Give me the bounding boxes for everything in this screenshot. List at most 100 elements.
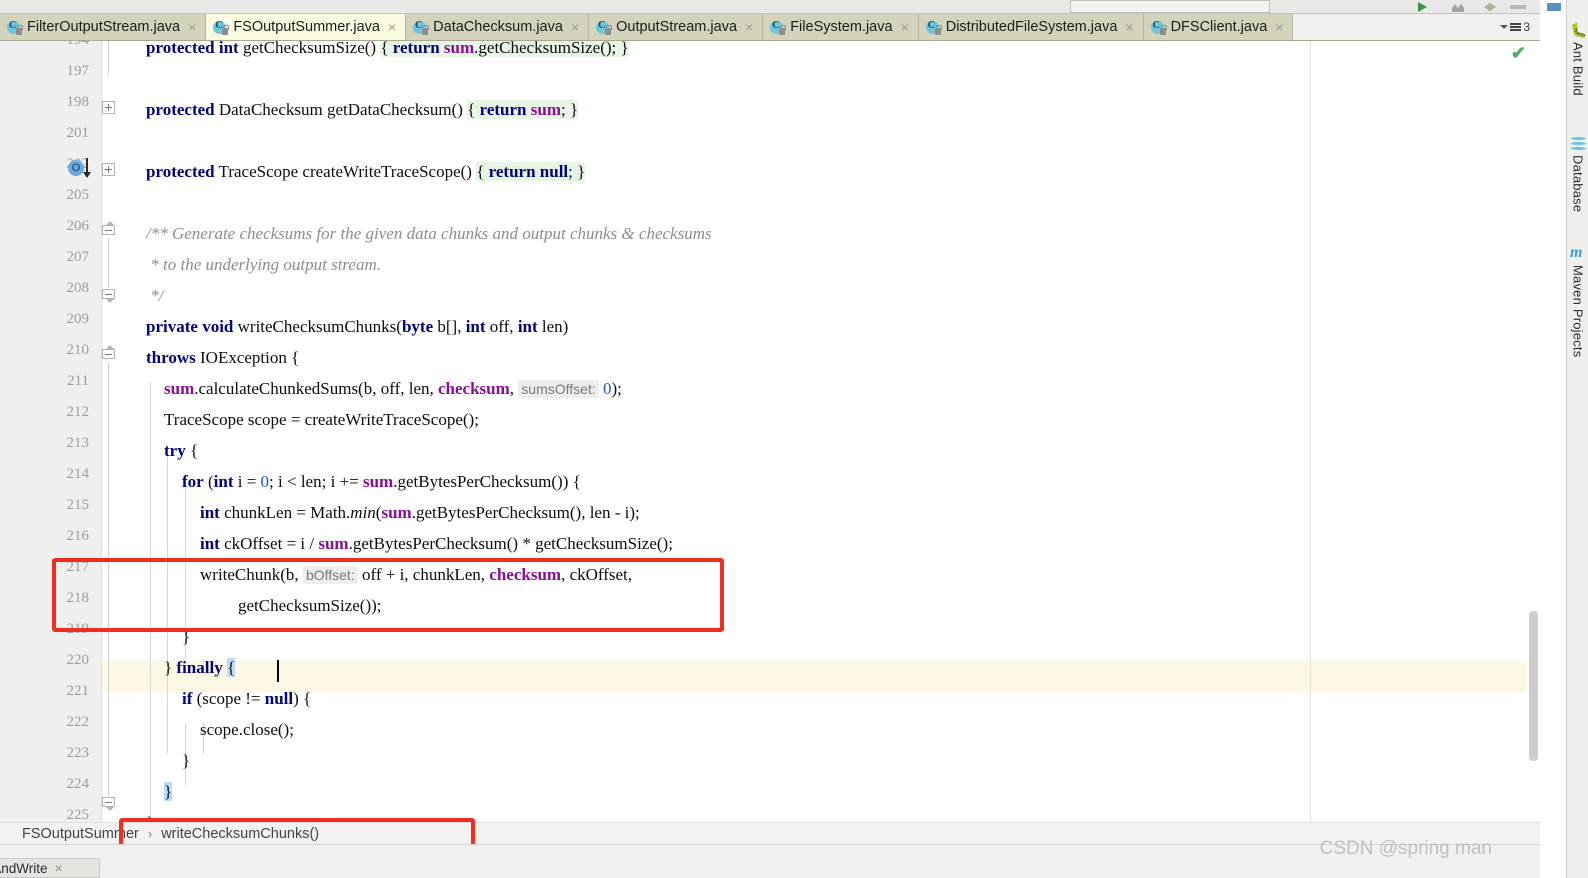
line-number: 222: [66, 714, 90, 730]
maven-m-icon: m: [1570, 244, 1583, 261]
close-icon[interactable]: ×: [188, 19, 196, 35]
tool-window-tab[interactable]: ...AndWrite ×: [0, 858, 100, 878]
text-caret: [277, 660, 279, 682]
bookmark-icon[interactable]: O: [68, 158, 98, 180]
code-line-215: int chunkLen = Math.min(sum.getBytesPerC…: [200, 503, 640, 522]
fold-collapse-icon[interactable]: [102, 797, 115, 811]
code-line-194: protected int getChecksumSize() { return…: [146, 41, 629, 63]
database-icon: [1570, 136, 1586, 151]
code-line-219: }: [182, 627, 191, 646]
line-number: 197: [66, 63, 90, 79]
tab-label: DistributedFileSystem.java: [945, 19, 1118, 35]
right-margin-guide: [1310, 41, 1311, 822]
editor-tab-datachecksum[interactable]: C DataChecksum.java ×: [406, 14, 590, 40]
code-editor[interactable]: 194 197 198 201 202 205 206 207 208 209 …: [0, 41, 1540, 822]
code-line-223: }: [182, 751, 191, 770]
close-icon[interactable]: ×: [901, 19, 909, 35]
line-number: 214: [66, 466, 90, 482]
stop-icon[interactable]: [1510, 5, 1526, 9]
close-icon[interactable]: ×: [571, 19, 579, 35]
layout-icon[interactable]: [1547, 3, 1561, 11]
indent-guide: [150, 382, 151, 816]
java-class-icon: C: [925, 20, 942, 35]
editor-tab-filteroutputstream[interactable]: C FilterOutputStream.java ×: [0, 14, 207, 40]
fold-expand-icon[interactable]: [102, 101, 115, 114]
line-number: 223: [66, 745, 90, 761]
toolbar-combo[interactable]: [1070, 0, 1270, 13]
code-line-217: writeChunk(b, bOffset: off + i, chunkLen…: [200, 565, 633, 584]
main-toolbar: [0, 0, 1561, 14]
line-number: 201: [66, 125, 90, 141]
tab-overflow-button[interactable]: 3: [1490, 14, 1540, 40]
line-number: 225: [66, 807, 90, 822]
code-line-212: TraceScope scope = createWriteTraceScope…: [164, 410, 479, 429]
code-folding-strip[interactable]: [102, 41, 130, 822]
line-number: 219: [66, 621, 90, 637]
code-line-211: sum.calculateChunkedSums(b, off, len, ch…: [164, 379, 622, 398]
coverage-icon[interactable]: [1484, 3, 1496, 12]
line-number: 218: [66, 590, 90, 606]
tab-bar-filler: [1293, 14, 1491, 40]
fold-collapse-icon[interactable]: [102, 289, 115, 303]
arrow-down-icon: [83, 158, 91, 178]
line-number: 221: [66, 683, 90, 699]
code-line-208: */: [146, 286, 164, 305]
fold-region-line: [108, 41, 109, 75]
close-icon[interactable]: ×: [55, 860, 63, 876]
java-class-icon: C: [7, 20, 23, 35]
fold-expand-icon[interactable]: [102, 163, 115, 176]
inspection-status-icon[interactable]: ✔: [1511, 43, 1526, 64]
editor-tab-dfsclient[interactable]: C DFSClient.java ×: [1143, 14, 1294, 40]
run-icon[interactable]: [1418, 2, 1427, 12]
watermark: CSDN @spring man: [1319, 838, 1492, 859]
tool-window-maven-projects[interactable]: m Maven Projects: [1567, 244, 1588, 358]
java-class-icon: C: [770, 20, 787, 35]
tool-window-ant-build[interactable]: 🐛 Ant Build: [1567, 22, 1588, 96]
close-icon[interactable]: ×: [1125, 19, 1133, 35]
line-number: 210: [66, 342, 90, 358]
tab-label: OutputStream.java: [616, 19, 738, 35]
line-number: 206: [66, 218, 90, 234]
editor-tab-outputstream[interactable]: C OutputStream.java ×: [589, 14, 764, 40]
code-line-224: }: [164, 782, 173, 801]
fold-collapse-icon[interactable]: [102, 345, 115, 362]
breadcrumb-method[interactable]: writeChecksumChunks(): [161, 826, 319, 842]
tab-label: FilterOutputStream.java: [27, 19, 181, 35]
editor-tab-filesystem[interactable]: C FileSystem.java ×: [763, 14, 919, 40]
tool-window-database[interactable]: Database: [1567, 136, 1588, 212]
line-number: 212: [66, 404, 90, 420]
editor-tab-distributedfilesystem[interactable]: C DistributedFileSystem.java ×: [918, 14, 1144, 40]
editor-tab-bar: C FilterOutputStream.java × C FSOutputSu…: [0, 14, 1540, 41]
chevron-right-icon: ›: [147, 826, 153, 841]
breadcrumb-class[interactable]: FSOutputSummer: [22, 826, 139, 842]
close-icon[interactable]: ×: [388, 19, 396, 35]
code-text-area[interactable]: protected int getChecksumSize() { return…: [130, 41, 1540, 822]
code-line-210: throws IOException {: [146, 348, 300, 367]
debug-icon[interactable]: [1452, 4, 1464, 12]
tab-label: FSOutputSummer.java: [233, 19, 380, 35]
close-icon[interactable]: ×: [1275, 19, 1283, 35]
editor-vertical-scrollbar[interactable]: [1527, 41, 1540, 822]
indent-guide: [167, 444, 168, 754]
java-class-icon: C: [1150, 20, 1167, 35]
close-icon[interactable]: ×: [745, 19, 753, 35]
code-line-220: } finally {: [164, 658, 236, 677]
editor-tab-fsoutputsummer[interactable]: C FSOutputSummer.java ×: [206, 14, 407, 40]
code-line-213: try {: [164, 441, 199, 460]
fold-region-line: [108, 238, 109, 288]
override-marker-icon: O: [68, 160, 84, 176]
code-line-221: if (scope != null) {: [182, 689, 312, 708]
code-line-206: /** Generate checksums for the given dat…: [146, 224, 712, 243]
editor-gutter[interactable]: 194 197 198 201 202 205 206 207 208 209 …: [0, 41, 102, 822]
fold-collapse-icon[interactable]: [102, 221, 115, 238]
code-line-214: for (int i = 0; i < len; i += sum.getByt…: [182, 472, 581, 491]
line-number: 220: [66, 652, 90, 668]
code-line-216: int ckOffset = i / sum.getBytesPerChecks…: [200, 534, 673, 553]
scrollbar-thumb[interactable]: [1529, 611, 1538, 761]
code-line-198: protected DataChecksum getDataChecksum()…: [146, 100, 579, 119]
ide-window: C FilterOutputStream.java × C FSOutputSu…: [0, 0, 1588, 878]
chevron-down-icon: [1500, 25, 1509, 29]
tab-label: DataChecksum.java: [433, 19, 563, 35]
line-number: 213: [66, 435, 90, 451]
breadcrumb[interactable]: FSOutputSummer › writeChecksumChunks(): [0, 826, 319, 842]
